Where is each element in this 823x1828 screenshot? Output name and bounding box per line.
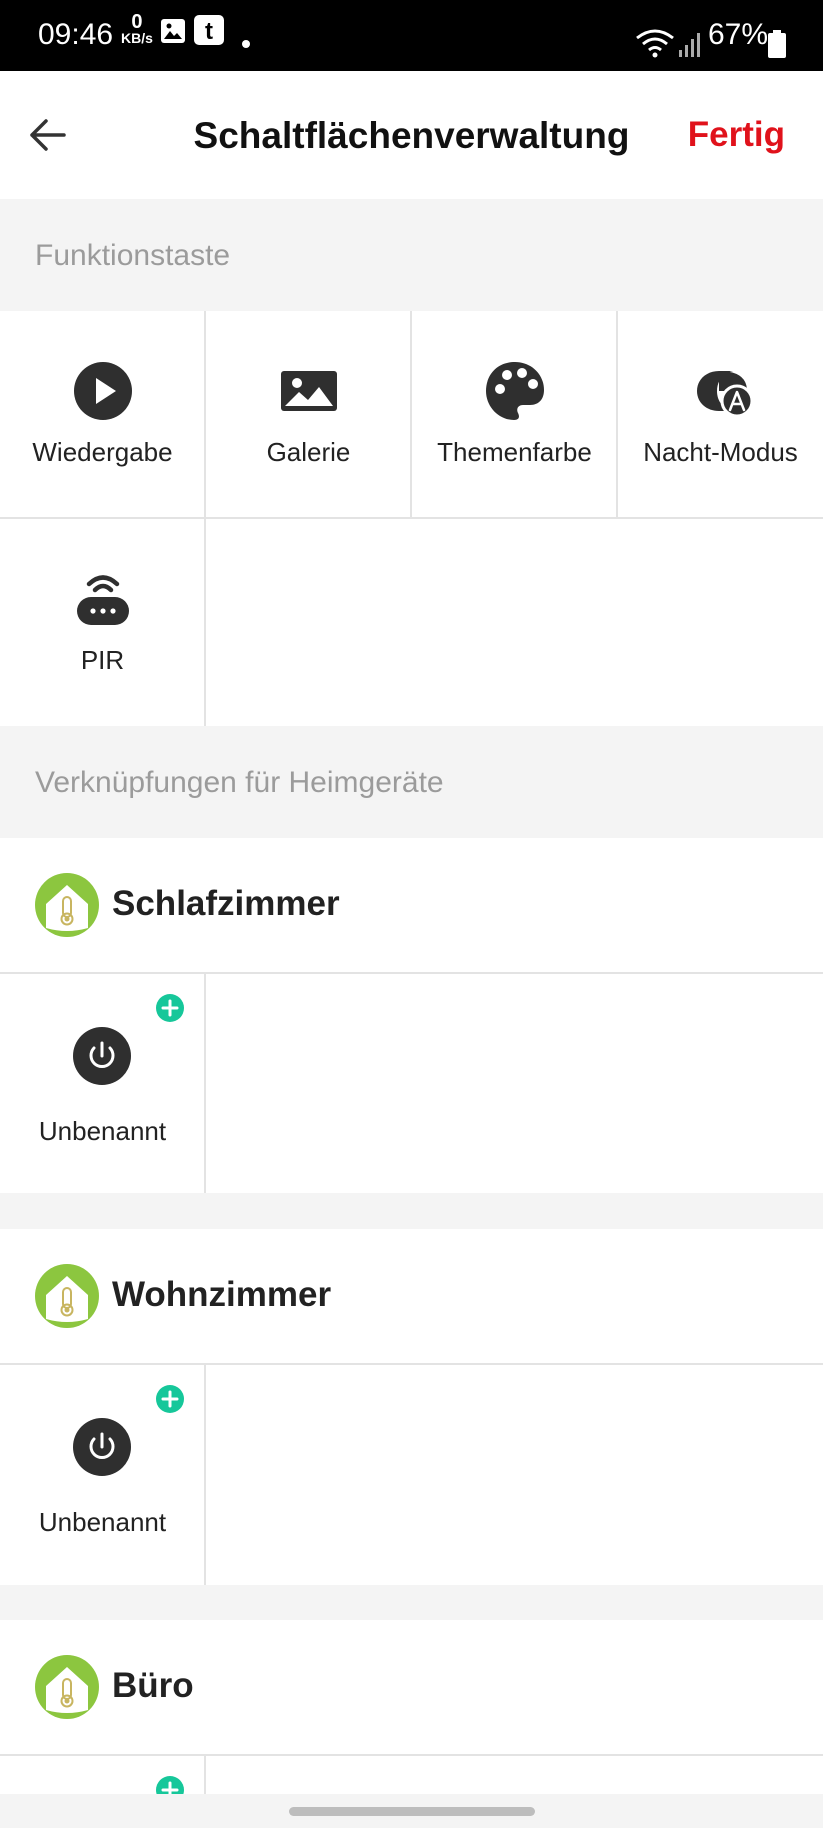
function-key-playback[interactable]: Wiedergabe: [0, 311, 205, 517]
battery-icon: [768, 30, 786, 58]
grid-divider: [204, 974, 206, 1193]
add-shortcut-icon[interactable]: [156, 1776, 184, 1794]
grid-divider: [616, 311, 618, 517]
device-tile[interactable]: Unbenannt: [0, 1365, 205, 1585]
room-devices-schlafzimmer: Unbenannt: [0, 974, 823, 1193]
status-time: 09:46: [38, 18, 114, 51]
room-devices-buero: [0, 1756, 823, 1794]
section-header-function-keys: Funktionstaste: [0, 199, 823, 311]
room-header-wohnzimmer: Wohnzimmer: [0, 1229, 823, 1363]
grid-divider: [204, 1365, 206, 1585]
home-indicator[interactable]: [289, 1807, 535, 1816]
room-thermometer-icon: [35, 1264, 99, 1328]
wifi-icon: [636, 29, 674, 58]
function-key-label: Wiedergabe: [32, 437, 173, 467]
night-mode-icon: [696, 371, 753, 418]
grid-divider: [0, 517, 823, 519]
grid-divider: [410, 311, 412, 517]
function-key-label: Nacht-Modus: [643, 437, 798, 467]
power-icon: [73, 1027, 131, 1085]
section-header-shortcuts: Verknüpfungen für Heimgeräte: [0, 726, 823, 838]
room-name: Büro: [112, 1666, 194, 1705]
room-devices-wohnzimmer: Unbenannt: [0, 1365, 823, 1585]
network-speed: 0 KB/s: [121, 11, 153, 46]
device-label: Unbenannt: [38, 1116, 167, 1146]
grid-divider: [204, 519, 206, 726]
function-key-gallery[interactable]: Galerie: [206, 311, 411, 517]
more-notifications-dot: [242, 40, 250, 48]
grid-divider: [204, 1756, 206, 1794]
function-key-pir[interactable]: PIR: [0, 519, 205, 725]
room-name: Wohnzimmer: [112, 1275, 332, 1314]
room-thermometer-icon: [35, 1655, 99, 1719]
room-name: Schlafzimmer: [112, 884, 340, 923]
pir-sensor-icon: [76, 575, 129, 625]
play-icon: [73, 362, 132, 420]
function-key-label: Themenfarbe: [437, 437, 592, 467]
section-title: Funktionstaste: [35, 239, 231, 272]
function-key-label: Galerie: [266, 437, 351, 467]
section-title: Verknüpfungen für Heimgeräte: [35, 766, 444, 799]
app-header: Schaltflächenverwaltung Fertig: [0, 71, 823, 199]
app-notification-icon: t: [194, 15, 224, 45]
battery-percent: 67%: [708, 18, 769, 51]
add-shortcut-icon[interactable]: [156, 994, 184, 1022]
status-bar: 09:46 0 KB/s t 67%: [0, 0, 823, 71]
image-icon: [280, 371, 337, 411]
done-button[interactable]: Fertig: [688, 115, 785, 155]
room-header-schlafzimmer: Schlafzimmer: [0, 838, 823, 972]
function-key-night-mode[interactable]: Nacht-Modus: [618, 311, 823, 517]
network-speed-unit: KB/s: [121, 30, 153, 46]
room-header-buero: Büro: [0, 1620, 823, 1754]
function-key-grid: Wiedergabe Galerie Themenfarbe Nacht-Mod…: [0, 311, 823, 726]
add-shortcut-icon[interactable]: [156, 1385, 184, 1413]
svg-text:t: t: [205, 18, 213, 45]
room-thermometer-icon: [35, 873, 99, 937]
palette-icon: [485, 362, 544, 420]
network-speed-value: 0: [131, 11, 143, 33]
gallery-notification-icon: [161, 19, 185, 43]
grid-divider: [204, 311, 206, 517]
signal-icon: [679, 33, 700, 57]
device-tile[interactable]: Unbenannt: [0, 974, 205, 1194]
power-icon: [73, 1418, 131, 1476]
device-label: Unbenannt: [38, 1507, 167, 1537]
function-key-theme-color[interactable]: Themenfarbe: [412, 311, 617, 517]
function-key-label: PIR: [80, 645, 125, 675]
